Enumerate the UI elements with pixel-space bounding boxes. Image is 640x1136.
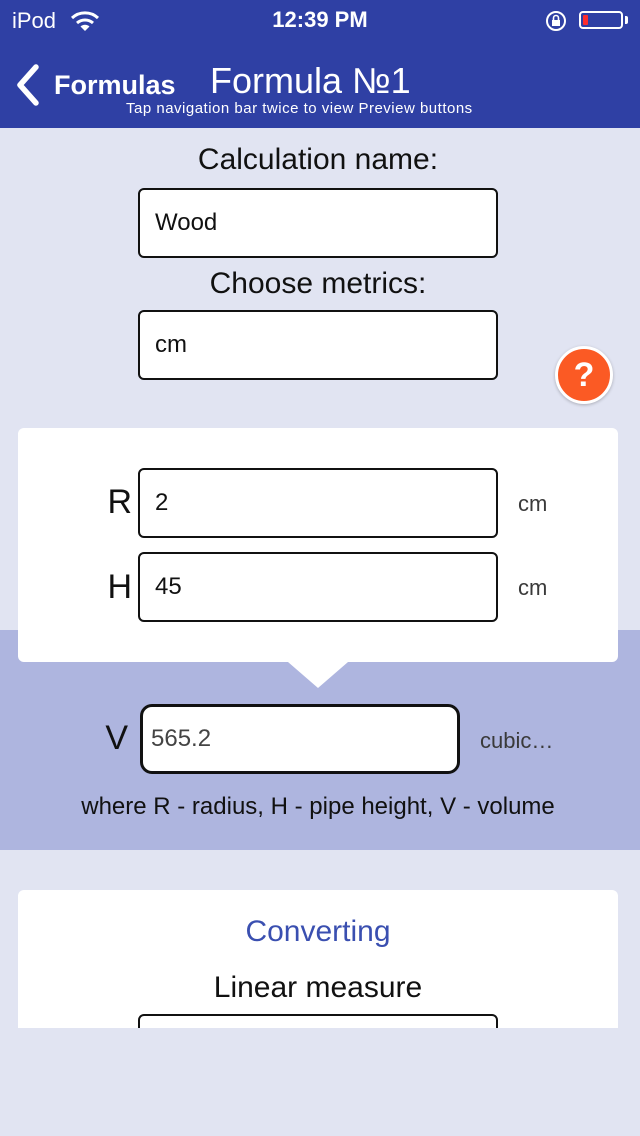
status-time: 12:39 PM [272, 7, 368, 32]
result-v-unit: cubic… [480, 728, 554, 753]
param-r-letter: R [107, 483, 132, 521]
param-h-letter: H [107, 568, 132, 606]
page-title: Formula №1 [210, 60, 411, 101]
param-h-value: 45 [155, 573, 182, 600]
nav-hint: Tap navigation bar twice to view Preview… [126, 100, 473, 117]
result-v-field[interactable]: 565.2 [140, 704, 460, 774]
converting-card: Converting Linear measure [18, 890, 618, 1028]
calc-name-value: Wood [155, 209, 218, 236]
linear-measure-label: Linear measure [213, 971, 423, 1004]
param-r-input[interactable]: 2 [138, 468, 498, 538]
calc-name-input[interactable]: Wood [138, 188, 498, 258]
formula-legend: where R - radius, H - pipe height, V - v… [81, 793, 555, 820]
help-button[interactable]: ? [555, 346, 613, 404]
chevron-left-icon [17, 64, 39, 106]
linear-measure-input[interactable] [138, 1014, 498, 1028]
battery-icon [579, 11, 623, 29]
result-v-value: 565.2 [151, 725, 212, 752]
metrics-select[interactable]: cm [138, 310, 498, 380]
param-h-unit: cm [518, 575, 548, 600]
question-mark-icon: ? [573, 355, 595, 394]
metrics-value: cm [155, 331, 187, 358]
converting-title: Converting [245, 915, 391, 948]
param-r-unit: cm [518, 491, 548, 516]
card-pointer [288, 662, 348, 688]
param-r-value: 2 [155, 489, 169, 516]
parameters-card [18, 428, 618, 662]
result-v-letter: V [105, 719, 128, 757]
param-h-input[interactable]: 45 [138, 552, 498, 622]
battery-tip [625, 16, 628, 24]
battery-level [583, 15, 588, 25]
metrics-label: Choose metrics: [209, 267, 427, 300]
rotation-lock-icon [546, 11, 566, 31]
calc-name-label: Calculation name: [197, 143, 439, 176]
